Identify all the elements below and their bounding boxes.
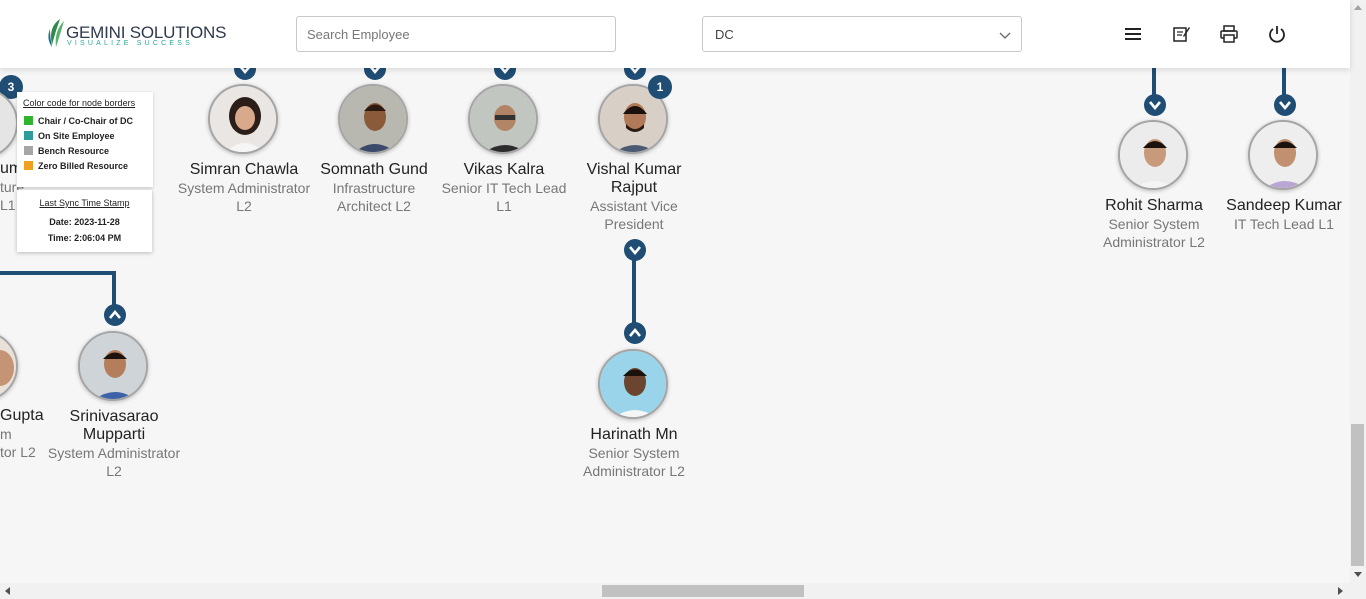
count-badge: 1 [648,75,672,99]
scroll-down-arrow[interactable] [1354,572,1362,577]
employee-title: Assistant Vice President [590,198,678,232]
employee-title: IT Tech Lead L1 [1234,216,1334,232]
connector-line [632,258,636,326]
legend-label: Chair / Co-Chair of DC [38,116,134,126]
employee-title: L1 [0,197,16,213]
sync-timestamp-card: Last Sync Time Stamp Date: 2023-11-28 Ti… [17,190,152,252]
sync-heading: Last Sync Time Stamp [39,198,130,208]
legend-swatch [24,116,33,125]
company-logo[interactable]: GEMINI SOLUTIONS VISUALIZE SUCCESS [46,17,226,51]
employee-title: Senior IT Tech Lead L1 [441,180,567,214]
employee-name: Gupta [0,407,44,424]
search-employee-input[interactable] [296,16,616,52]
legend-swatch [24,131,33,140]
employee-avatar[interactable] [78,331,148,401]
scroll-up-arrow[interactable] [1354,5,1362,10]
expand-toggle[interactable] [1144,94,1166,116]
connector-line [1152,66,1156,96]
department-select[interactable]: DC [702,16,1022,52]
leaf-logo-icon [48,19,64,47]
employee-avatar[interactable] [1118,120,1188,190]
employee-title: Infrastructure Architect L2 [332,180,416,214]
employee-name: Somnath Gund [320,161,428,178]
legend-swatch [24,146,33,155]
legend-label: Zero Billed Resource [38,161,129,171]
employee-name: Simran Chawla [189,161,299,178]
employee-title: System Administrator L2 [47,445,181,479]
employee-title: Senior System Administrator L2 [1103,216,1205,250]
employee-title: m [0,426,12,442]
employee-name: Sandeep Kumar [1226,197,1342,214]
department-value: DC [715,27,734,42]
employee-name: Rohit Sharma [1105,197,1203,214]
employee-avatar[interactable] [208,84,278,154]
border-color-legend: Color code for node borders Chair / Co-C… [17,92,153,187]
vertical-scroll-thumb[interactable] [1351,424,1364,566]
employee-name: Harinath Mn [590,426,678,443]
connector-line [1282,66,1286,96]
employee-title: Senior System Administrator L2 [583,445,685,479]
expand-toggle[interactable] [624,239,646,261]
employee-title: tor L2 [0,444,36,460]
top-header: GEMINI SOLUTIONS VISUALIZE SUCCESS DC [0,0,1350,68]
legend-item: Bench Resource [23,146,153,161]
employee-name: Vishal Kumar Rajput [586,161,682,196]
legend-swatch [24,161,33,170]
collapse-toggle[interactable] [104,304,126,326]
connector-line [0,271,116,275]
scroll-right-arrow[interactable] [1338,587,1343,595]
logo-tagline: VISUALIZE SUCCESS [67,40,193,47]
menu-icon[interactable] [1123,24,1143,44]
employee-avatar[interactable] [1248,120,1318,190]
legend-item: Zero Billed Resource [23,161,153,176]
sync-date: Date: 2023-11-28 [49,217,120,227]
collapse-toggle[interactable] [624,322,646,344]
connector-line [112,271,116,307]
chevron-down-icon [999,32,1011,39]
notes-icon[interactable] [1171,24,1191,44]
legend-label: Bench Resource [38,146,110,156]
legend-heading: Color code for node borders [23,98,136,108]
legend-label: On Site Employee [38,131,115,141]
employee-name: Vikas Kalra [463,161,545,178]
horizontal-scroll-thumb[interactable] [602,585,804,597]
employee-avatar[interactable] [598,349,668,419]
scroll-left-arrow[interactable] [5,587,10,595]
legend-item: Chair / Co-Chair of DC [23,116,153,131]
employee-title: System Administrator L2 [177,180,311,214]
employee-avatar[interactable] [0,331,18,401]
print-icon[interactable] [1219,24,1239,44]
employee-name: Srinivasarao Mupparti [69,408,159,443]
sync-time: Time: 2:06:04 PM [47,233,122,243]
employee-avatar[interactable] [338,84,408,154]
legend-item: On Site Employee [23,131,153,146]
power-icon[interactable] [1267,24,1287,44]
employee-avatar[interactable] [468,84,538,154]
expand-toggle[interactable] [1274,94,1296,116]
